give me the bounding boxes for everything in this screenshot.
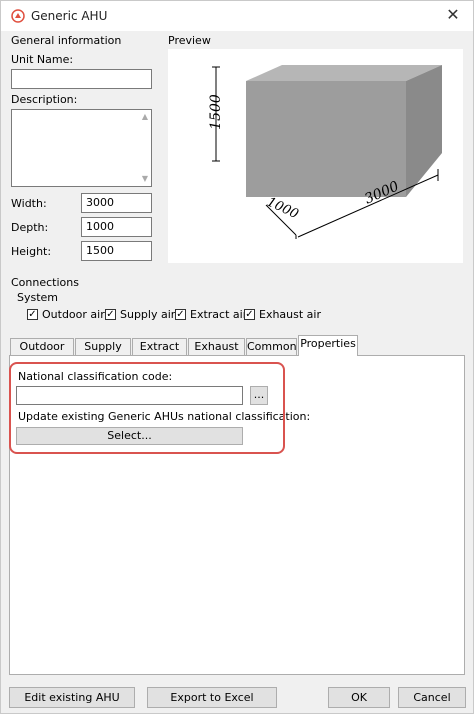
preview-heading: Preview: [168, 34, 211, 47]
outdoor-air-checkbox[interactable]: ✓: [27, 309, 38, 320]
tab-properties[interactable]: Properties: [298, 335, 358, 356]
dialog-window: Generic AHU ✕ General information Unit N…: [0, 0, 474, 714]
classification-code-label: National classification code:: [18, 370, 173, 383]
scroll-up-icon[interactable]: ▲: [142, 110, 148, 124]
properties-tab-panel: National classification code: ... Update…: [9, 355, 465, 675]
ahu-app-icon: [11, 9, 25, 23]
width-input[interactable]: 3000: [81, 193, 152, 213]
width-label: Width:: [11, 197, 47, 210]
outdoor-air-checkbox-label: Outdoor air: [42, 308, 105, 321]
preview-height-dimension: 1500: [207, 94, 224, 130]
tab-outdoor-air[interactable]: Outdoor air: [10, 338, 74, 369]
exhaust-air-checkbox-label: Exhaust air: [259, 308, 322, 321]
depth-input[interactable]: 1000: [81, 217, 152, 237]
connections-heading: Connections: [11, 276, 79, 289]
cancel-button[interactable]: Cancel: [398, 687, 466, 708]
description-textarea[interactable]: ▲ ▼: [11, 109, 152, 187]
tab-extract-air[interactable]: Extract air: [132, 338, 187, 369]
export-to-excel-button[interactable]: Export to Excel: [147, 687, 277, 708]
unit-name-label: Unit Name:: [11, 53, 74, 66]
window-title: Generic AHU: [31, 9, 108, 23]
general-info-heading: General information: [11, 34, 122, 47]
update-classification-label: Update existing Generic AHUs national cl…: [18, 410, 311, 423]
browse-classification-button[interactable]: ...: [250, 386, 268, 405]
extract-air-checkbox-label: Extract air: [190, 308, 248, 321]
edit-existing-ahu-button[interactable]: Edit existing AHU: [9, 687, 135, 708]
exhaust-air-checkbox[interactable]: ✓: [244, 309, 255, 320]
supply-air-checkbox[interactable]: ✓: [105, 309, 116, 320]
height-label: Height:: [11, 245, 52, 258]
description-label: Description:: [11, 93, 78, 106]
select-button[interactable]: Select...: [16, 427, 243, 445]
tab-supply-air[interactable]: Supply air: [75, 338, 131, 369]
supply-air-checkbox-label: Supply air: [120, 308, 176, 321]
scroll-down-icon[interactable]: ▼: [142, 172, 148, 186]
depth-label: Depth:: [11, 221, 49, 234]
ok-button[interactable]: OK: [328, 687, 390, 708]
unit-name-input[interactable]: [11, 69, 152, 89]
extract-air-checkbox[interactable]: ✓: [175, 309, 186, 320]
tab-exhaust-air[interactable]: Exhaust air: [188, 338, 245, 369]
close-icon[interactable]: ✕: [443, 5, 463, 24]
height-input[interactable]: 1500: [81, 241, 152, 261]
ahu-box-preview-image: [212, 65, 442, 239]
tab-common[interactable]: Common: [246, 338, 297, 355]
classification-code-input[interactable]: [16, 386, 243, 405]
system-label: System: [17, 291, 59, 304]
title-bar: Generic AHU ✕: [1, 1, 473, 31]
preview-panel: 1500 1000 3000: [168, 49, 463, 263]
